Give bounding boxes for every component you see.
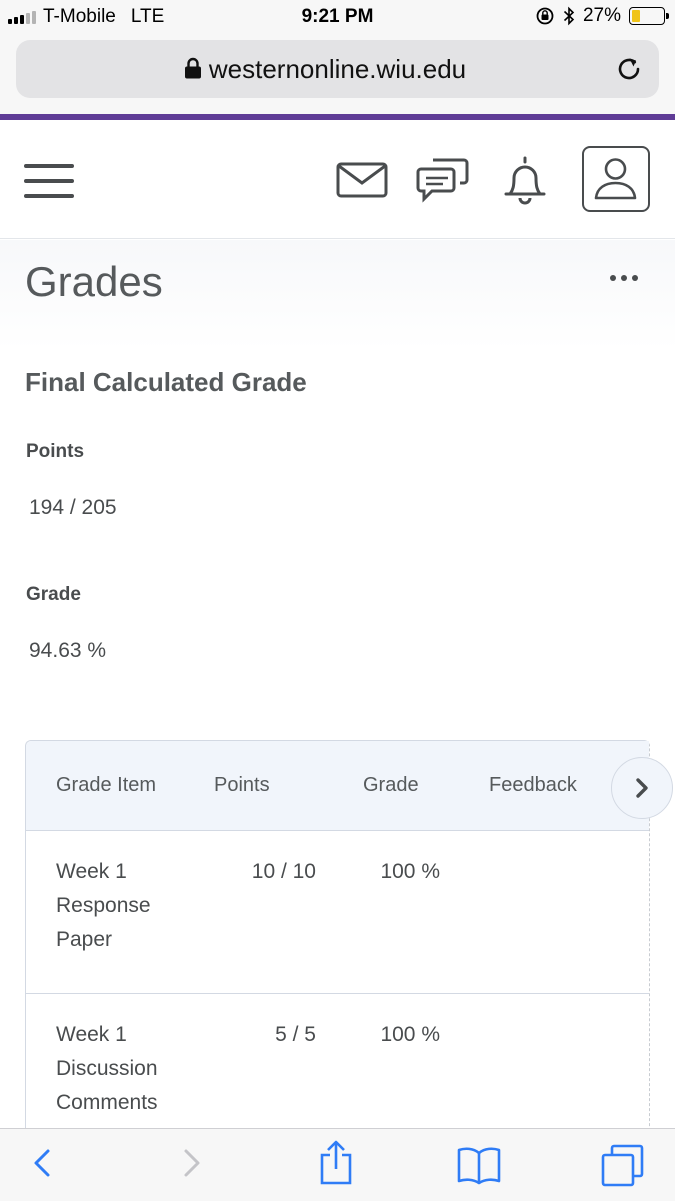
site-navbar [0,120,675,239]
grade-item-points: 5 / 5 [275,1023,316,1046]
hamburger-menu-icon[interactable] [24,164,74,198]
chat-icon[interactable] [416,154,470,206]
more-options-icon[interactable] [610,275,638,281]
status-bar: T-Mobile LTE 9:21 PM 27% [0,0,675,36]
grade-value: 94.63 % [29,639,107,662]
forward-icon[interactable] [178,1143,206,1183]
orientation-lock-icon [536,7,554,25]
url-text: westernonline.wiu.edu [208,54,467,84]
bell-icon[interactable] [502,154,548,206]
final-grade-heading: Final Calculated Grade [25,367,307,397]
column-header-feedback[interactable]: Feedback [489,774,577,797]
user-avatar-icon[interactable] [582,146,650,212]
tabs-icon[interactable] [600,1143,646,1187]
bluetooth-icon [563,6,575,26]
table-header: Grade Item Points Grade Feedback [26,741,649,831]
grade-item-grade: 100 % [380,1023,440,1046]
points-label: Points [26,441,85,462]
back-icon[interactable] [28,1143,56,1183]
page-title: Grades [25,258,163,305]
grades-page: Grades Final Calculated Grade Points 194… [0,240,675,1140]
scroll-right-button[interactable] [611,757,673,819]
chevron-right-icon [636,778,648,798]
points-value: 194 / 205 [29,496,117,519]
column-header-grade[interactable]: Grade [363,774,419,797]
browser-chrome: T-Mobile LTE 9:21 PM 27% westernonline.w… [0,0,675,116]
grade-item-points: 10 / 10 [251,860,316,883]
grades-table: Grade Item Points Grade Feedback Week 1 … [25,740,673,1140]
address-bar[interactable]: westernonline.wiu.edu [16,40,659,98]
column-header-points[interactable]: Points [214,774,270,797]
table-row[interactable]: Week 1 Response Paper 10 / 10 100 % [26,831,649,994]
mail-icon[interactable] [336,162,388,198]
battery-icon [629,7,669,25]
browser-toolbar [0,1128,675,1201]
grade-item-name: Week 1 Discussion Comments [56,1023,158,1114]
grade-item-grade: 100 % [380,860,440,883]
table-row[interactable]: Week 1 Discussion Comments 5 / 5 100 % [26,994,649,1134]
grade-label: Grade [26,584,81,605]
grade-item-name: Week 1 Response Paper [56,860,151,951]
share-icon[interactable] [316,1139,356,1187]
reload-icon[interactable] [615,55,643,83]
bookmarks-icon[interactable] [456,1145,502,1185]
column-header-grade-item[interactable]: Grade Item [56,774,156,797]
battery-percent: 27% [582,5,621,26]
